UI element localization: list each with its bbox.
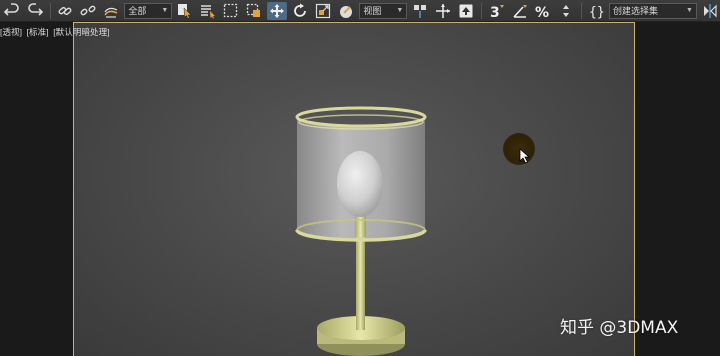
chevron-down-icon: ▼ (161, 7, 169, 14)
selection-filter-dropdown[interactable]: 全部 ▼ (124, 2, 173, 19)
select-object-icon[interactable] (175, 2, 195, 20)
select-manipulate-icon[interactable] (433, 2, 453, 20)
svg-text:{}: {} (589, 5, 604, 19)
pivot-center-icon[interactable] (410, 2, 430, 20)
viewport-label-shading[interactable]: [默认明暗处理] (53, 27, 110, 37)
named-selection-set-value: 创建选择集 (612, 6, 658, 16)
select-and-scale-icon[interactable] (313, 2, 333, 20)
select-and-move-icon[interactable] (267, 1, 288, 20)
percent-snap-icon[interactable]: % (533, 2, 553, 20)
main-toolbar: 全部 ▼ 视图 ▼ 3 % {} 创建选择集 ▼ (0, 0, 720, 22)
viewport-label-mode[interactable]: [标准] (27, 27, 49, 37)
undo-icon[interactable] (2, 2, 22, 20)
chevron-down-icon: ▼ (396, 7, 404, 14)
bind-spacewarp-icon[interactable] (101, 2, 121, 20)
svg-text:3: 3 (490, 5, 500, 19)
watermark: 知乎 @3DMAX (560, 318, 679, 338)
mouse-cursor-icon (519, 148, 531, 164)
select-and-rotate-icon[interactable] (290, 2, 310, 20)
snaps-toggle-icon[interactable]: 3 (487, 2, 507, 20)
viewport-label-view[interactable]: [透视] (0, 27, 22, 37)
mirror-icon[interactable] (700, 2, 720, 20)
redo-icon[interactable] (25, 2, 45, 20)
window-crossing-icon[interactable] (244, 2, 264, 20)
named-selection-set-dropdown[interactable]: 创建选择集 ▼ (608, 2, 697, 19)
angle-snap-icon[interactable] (510, 2, 530, 20)
keyboard-shortcut-override-icon[interactable] (456, 2, 476, 20)
reference-coordinate-dropdown[interactable]: 视图 ▼ (359, 2, 408, 19)
edit-named-selection-icon[interactable]: {} (586, 2, 606, 20)
chevron-down-icon: ▼ (686, 7, 693, 14)
selection-filter-value: 全部 (128, 6, 147, 16)
svg-text:%: % (535, 5, 549, 19)
link-icon[interactable] (55, 2, 75, 20)
place-object-icon[interactable] (336, 2, 356, 20)
viewport-label: [透视] [标准] [默认明暗处理] (0, 26, 112, 38)
spinner-snap-icon[interactable] (556, 2, 576, 20)
reference-coordinate-value: 视图 (363, 6, 382, 16)
perspective-viewport[interactable] (73, 22, 635, 356)
rectangular-selection-icon[interactable] (221, 2, 241, 20)
select-by-name-icon[interactable] (198, 2, 218, 20)
unlink-icon[interactable] (78, 2, 98, 20)
